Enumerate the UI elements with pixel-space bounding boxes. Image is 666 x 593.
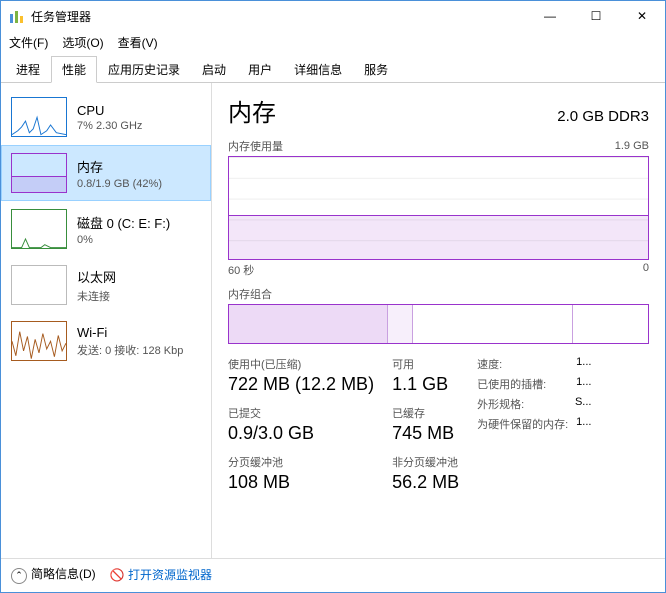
- stat-value: 0.9/3.0 GB: [228, 423, 374, 444]
- ethernet-sparkline: [11, 265, 67, 305]
- resmon-icon: 🚫: [110, 568, 128, 582]
- tab-processes[interactable]: 进程: [5, 56, 51, 83]
- spec-val: S...: [575, 396, 592, 412]
- stat-value: 722 MB (12.2 MB): [228, 374, 374, 395]
- spec-key: 已使用的插槽:: [477, 376, 546, 392]
- memory-composition-chart[interactable]: [228, 304, 649, 344]
- tab-startup[interactable]: 启动: [191, 56, 237, 83]
- sidebar: CPU 7% 2.30 GHz 内存 0.8/1.9 GB (42%) 磁盘 0 (…: [1, 83, 211, 558]
- stat-value: 56.2 MB: [392, 472, 459, 493]
- sidebar-item-memory[interactable]: 内存 0.8/1.9 GB (42%): [1, 145, 211, 201]
- wifi-sparkline: [11, 321, 67, 361]
- stats: 使用中(已压缩) 722 MB (12.2 MB) 已提交 0.9/3.0 GB 分…: [228, 356, 649, 493]
- memory-sparkline: [11, 153, 67, 193]
- tab-app-history[interactable]: 应用历史记录: [97, 56, 191, 83]
- spec-table: 速度: 1... 已使用的插槽: 1... 外形规格: S... 为硬件保留的内存: 1…: [477, 356, 591, 493]
- window-buttons: — ☐ ✕: [527, 1, 665, 31]
- axis-right: 0: [643, 262, 649, 278]
- open-resmon-link[interactable]: 🚫 打开资源监视器: [110, 566, 212, 583]
- memory-spec: 2.0 GB DDR3: [557, 108, 649, 125]
- spec-key: 速度:: [477, 356, 502, 372]
- main-panel: 内存 2.0 GB DDR3 内存使用量 1.9 GB 60 秒 0 内存组合 …: [211, 83, 665, 558]
- stat-value: 108 MB: [228, 472, 374, 493]
- menubar: 文件(F) 选项(O) 查看(V): [1, 31, 665, 53]
- stat-label: 已提交: [228, 405, 374, 421]
- minimize-button[interactable]: —: [527, 1, 573, 31]
- comp-free: [573, 305, 648, 343]
- memory-usage-chart[interactable]: [228, 156, 649, 260]
- chart-axis: 60 秒 0: [228, 262, 649, 278]
- stat-value: 1.1 GB: [392, 374, 459, 395]
- comp-in-use: [229, 305, 388, 343]
- spec-val: 1...: [576, 356, 591, 372]
- cpu-sparkline: [11, 97, 67, 137]
- menu-view[interactable]: 查看(V): [118, 34, 158, 51]
- fewer-details-button[interactable]: ⌃简略信息(D): [11, 565, 96, 584]
- comp-standby: [413, 305, 572, 343]
- spec-val: 1...: [576, 376, 591, 392]
- sidebar-item-detail: 0.8/1.9 GB (42%): [77, 178, 162, 190]
- spec-val: 1...: [576, 416, 591, 432]
- close-button[interactable]: ✕: [619, 1, 665, 31]
- main-header: 内存 2.0 GB DDR3: [228, 93, 649, 128]
- comp-modified: [388, 305, 413, 343]
- spec-key: 为硬件保留的内存:: [477, 416, 568, 432]
- content: CPU 7% 2.30 GHz 内存 0.8/1.9 GB (42%) 磁盘 0 (…: [1, 83, 665, 558]
- maximize-button[interactable]: ☐: [573, 1, 619, 31]
- usage-label: 内存使用量: [228, 138, 649, 154]
- sidebar-item-label: 磁盘 0 (C: E: F:): [77, 213, 170, 232]
- sidebar-item-detail: 0%: [77, 234, 170, 246]
- tab-services[interactable]: 服务: [353, 56, 399, 83]
- footer: ⌃简略信息(D) 🚫 打开资源监视器: [1, 558, 665, 590]
- tab-performance[interactable]: 性能: [51, 56, 97, 83]
- stat-label: 使用中(已压缩): [228, 356, 374, 372]
- axis-left: 60 秒: [228, 262, 254, 278]
- sidebar-item-disk[interactable]: 磁盘 0 (C: E: F:) 0%: [1, 201, 211, 257]
- sidebar-item-detail: 未连接: [77, 288, 116, 304]
- stat-label: 可用: [392, 356, 459, 372]
- stat-label: 已缓存: [392, 405, 459, 421]
- sidebar-item-ethernet[interactable]: 以太网未连接: [1, 257, 211, 313]
- tabs: 进程 性能 应用历史记录 启动 用户 详细信息 服务: [1, 55, 665, 83]
- stat-label: 分页缓冲池: [228, 454, 374, 470]
- menu-options[interactable]: 选项(O): [62, 34, 103, 51]
- sidebar-item-cpu[interactable]: CPU 7% 2.30 GHz: [1, 89, 211, 145]
- titlebar: 任务管理器 — ☐ ✕: [1, 1, 665, 31]
- menu-file[interactable]: 文件(F): [9, 34, 48, 51]
- window-title: 任务管理器: [31, 8, 527, 25]
- chevron-up-icon: ⌃: [11, 568, 27, 584]
- memory-usage-fill: [229, 215, 648, 259]
- stat-value: 745 MB: [392, 423, 459, 444]
- tab-users[interactable]: 用户: [237, 56, 283, 83]
- sidebar-item-label: Wi-Fi: [77, 325, 183, 340]
- usage-max: 1.9 GB: [615, 140, 649, 152]
- sidebar-item-label: CPU: [77, 103, 142, 118]
- sidebar-item-label: 以太网: [77, 267, 116, 286]
- app-icon: [9, 8, 25, 24]
- sidebar-item-label: 内存: [77, 157, 162, 176]
- sidebar-item-wifi[interactable]: Wi-Fi 发送: 0 接收: 128 Kbp: [1, 313, 211, 369]
- stat-label: 非分页缓冲池: [392, 454, 459, 470]
- sidebar-item-detail: 发送: 0 接收: 128 Kbp: [77, 342, 183, 358]
- composition-label: 内存组合: [228, 286, 649, 302]
- disk-sparkline: [11, 209, 67, 249]
- tab-details[interactable]: 详细信息: [283, 56, 353, 83]
- sidebar-item-detail: 7% 2.30 GHz: [77, 120, 142, 132]
- spec-key: 外形规格:: [477, 396, 524, 412]
- page-title: 内存: [228, 93, 276, 128]
